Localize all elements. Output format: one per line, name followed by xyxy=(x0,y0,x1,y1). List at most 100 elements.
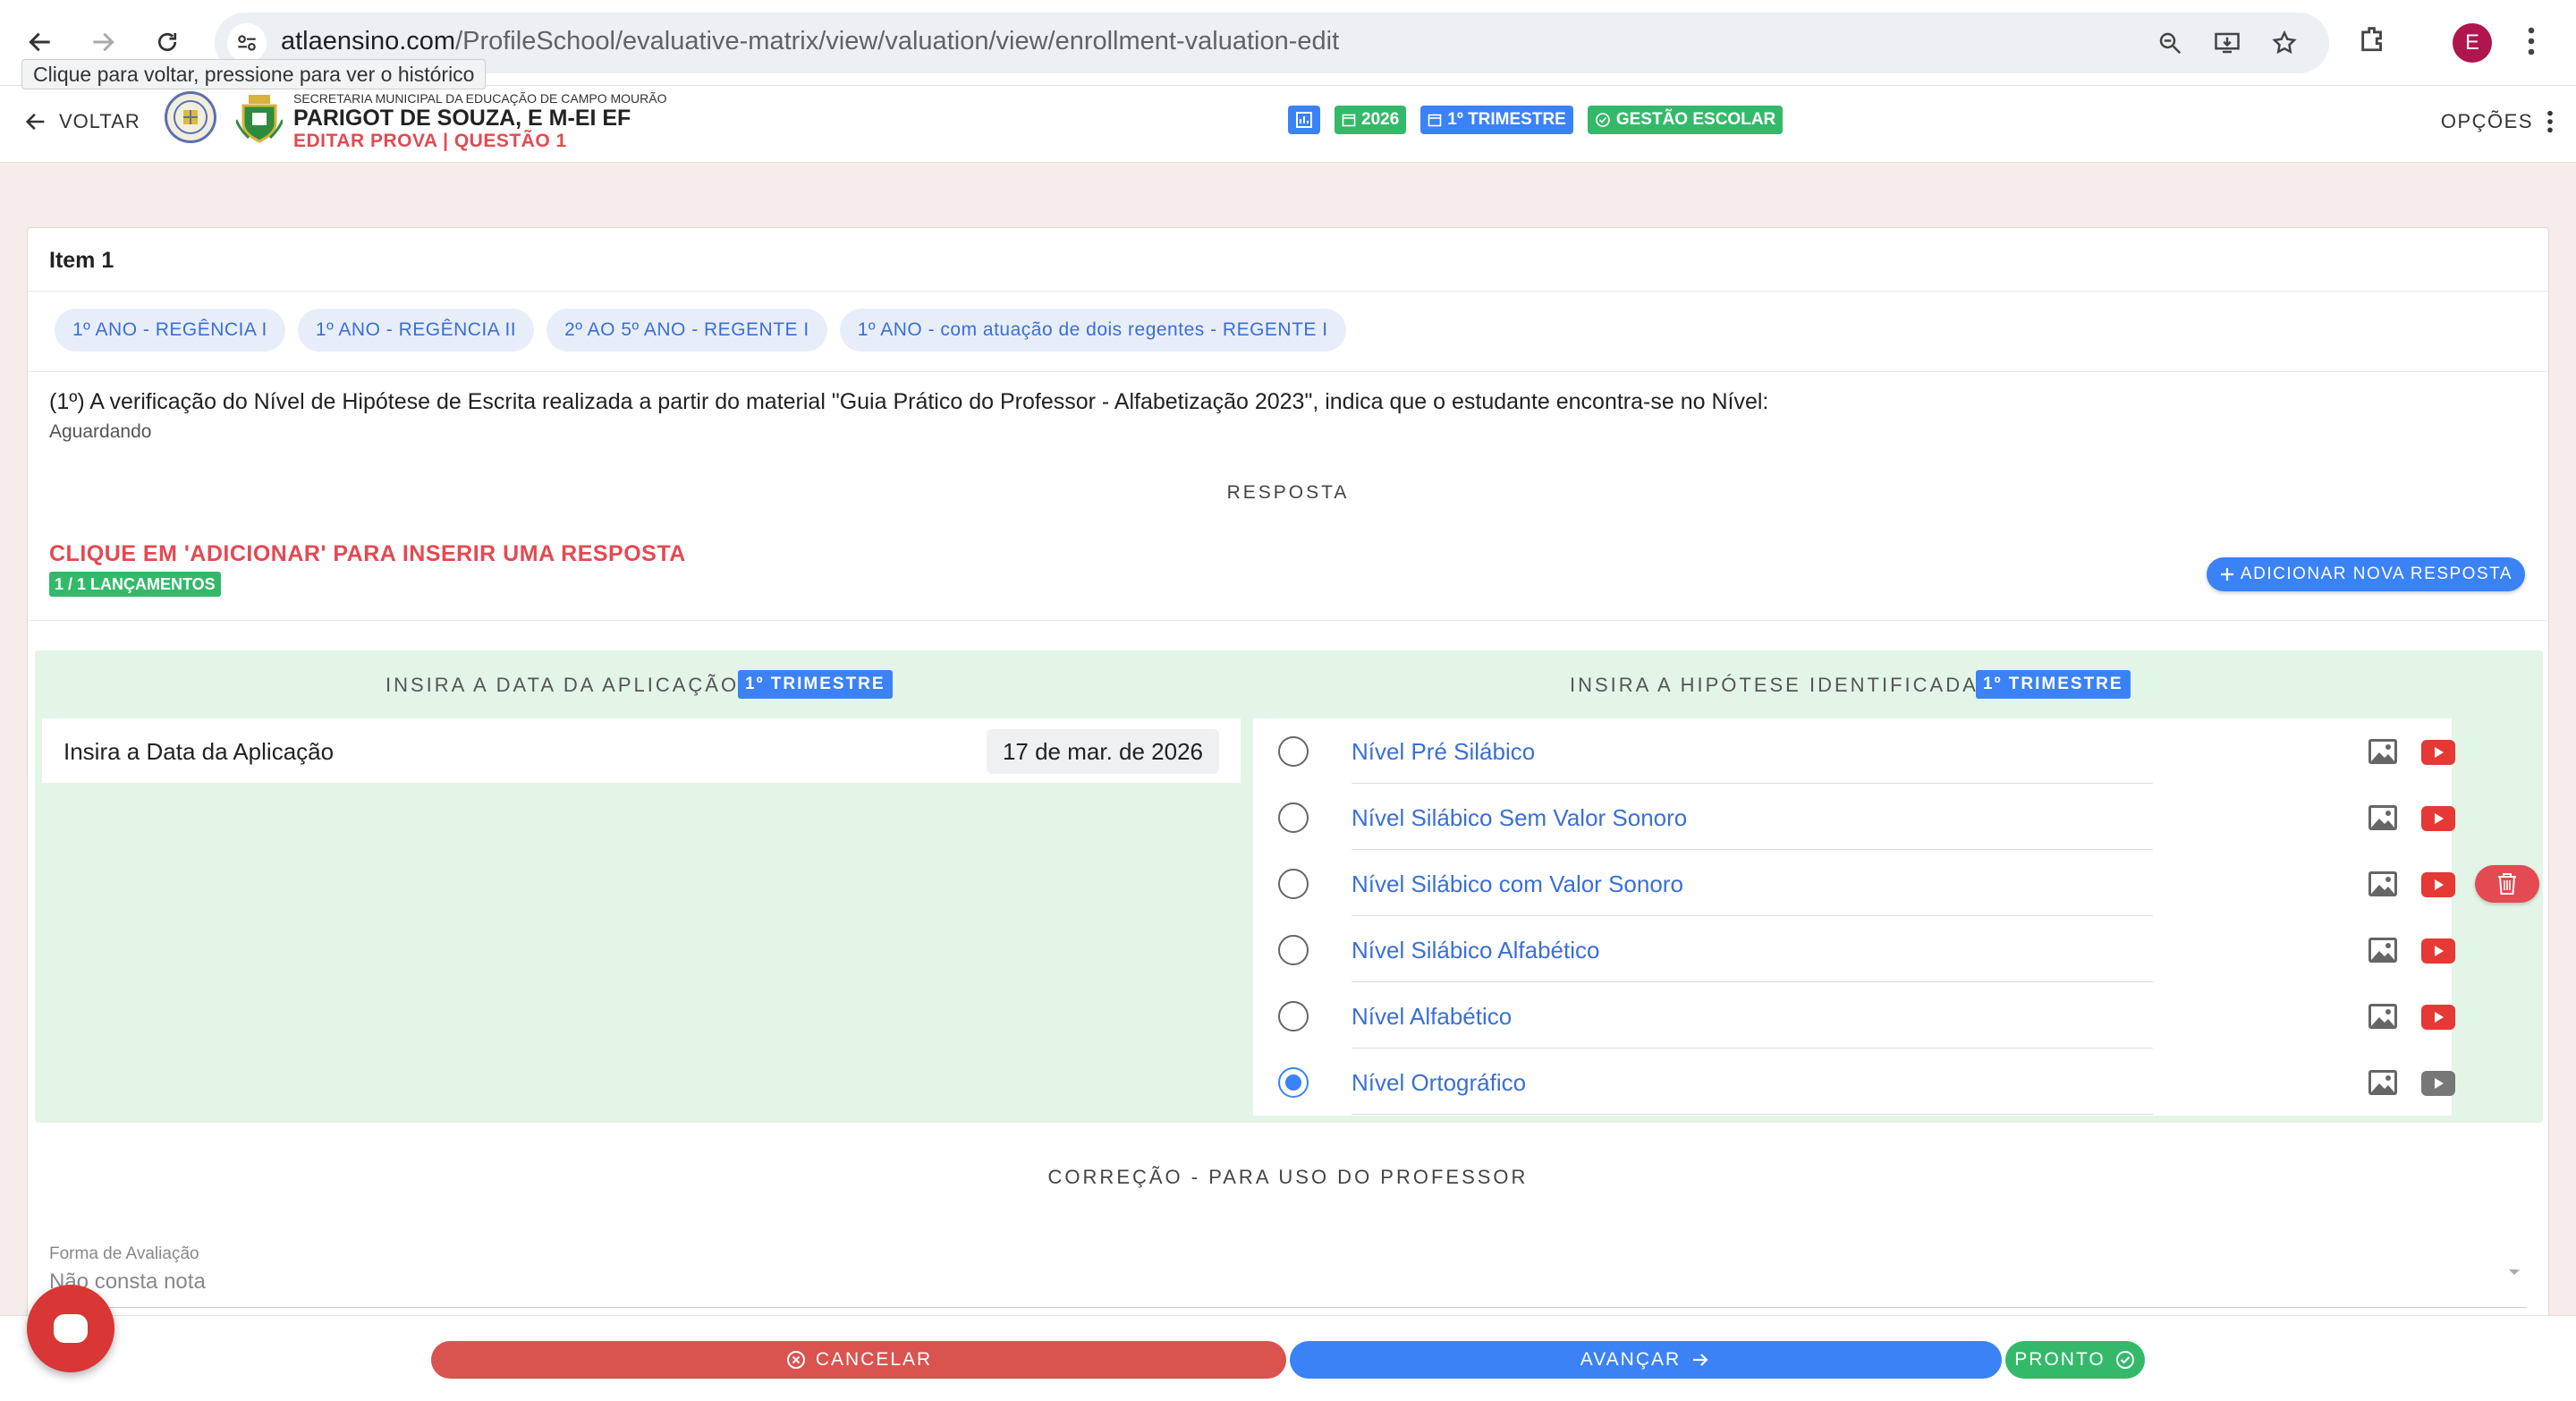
youtube-icon[interactable] xyxy=(2421,806,2455,831)
zoom-icon[interactable] xyxy=(2154,27,2186,59)
close-circle-icon xyxy=(786,1351,805,1369)
divider xyxy=(28,291,2548,292)
question-card: Item 1 1º ANO - REGÊNCIA I 1º ANO - REGÊ… xyxy=(27,227,2549,1337)
hypothesis-option[interactable]: Nível Silábico com Valor Sonoro xyxy=(1253,851,2455,917)
next-button[interactable]: AVANÇAR xyxy=(1290,1341,2002,1379)
youtube-icon[interactable] xyxy=(2421,872,2455,897)
arrow-right-icon xyxy=(1693,1354,1708,1366)
browser-menu-icon[interactable] xyxy=(2524,25,2538,62)
check-circle-icon xyxy=(1596,113,1610,127)
term-chip-label: 1º TRIMESTRE xyxy=(1447,110,1566,129)
back-tooltip: Clique para voltar, pressione para ver o… xyxy=(21,59,487,89)
image-icon[interactable] xyxy=(2368,870,2398,897)
divider xyxy=(1352,1114,2153,1115)
plus-icon xyxy=(2220,568,2233,581)
cancel-label: CANCELAR xyxy=(815,1349,933,1370)
response-section-header: RESPOSTA xyxy=(1226,482,1350,503)
option-label[interactable]: Nível Silábico Sem Valor Sonoro xyxy=(1352,804,1687,832)
option-label[interactable]: Nível Alfabético xyxy=(1352,1003,1512,1031)
class-tags: 1º ANO - REGÊNCIA I 1º ANO - REGÊNCIA II… xyxy=(55,309,1346,352)
back-arrow-icon[interactable] xyxy=(18,20,63,64)
divider xyxy=(1352,981,2153,982)
calendar-icon xyxy=(1342,114,1356,127)
divider xyxy=(1352,1048,2153,1049)
hypothesis-options: Nível Pré Silábico Nível Silábico Sem Va… xyxy=(1253,718,2455,1116)
answer-panel: INSIRA A DATA DA APLICAÇÃO 1º TRIMESTRE … xyxy=(35,650,2543,1123)
mode-chip[interactable]: GESTÃO ESCOLAR xyxy=(1587,106,1784,134)
chat-button[interactable] xyxy=(27,1285,114,1372)
hypothesis-option[interactable]: Nível Silábico Sem Valor Sonoro xyxy=(1253,785,2455,851)
hypothesis-option[interactable]: Nível Ortográfico xyxy=(1253,1049,2455,1116)
arrow-left-icon xyxy=(25,113,45,131)
image-icon[interactable] xyxy=(2368,937,2398,964)
radio-button[interactable] xyxy=(1278,869,1309,899)
app-header: VOLTAR SECRETARIA MUNICIPAL DA EDUCAÇÃO … xyxy=(0,86,2576,163)
bottom-action-bar: CANCELAR AVANÇAR PRONTO xyxy=(0,1315,2576,1401)
image-icon[interactable] xyxy=(2368,1003,2398,1030)
radio-button[interactable] xyxy=(1278,736,1309,767)
image-icon[interactable] xyxy=(2368,804,2398,831)
add-new-response-button[interactable]: ADICIONAR NOVA RESPOSTA xyxy=(2206,557,2525,591)
hypothesis-option[interactable]: Nível Pré Silábico xyxy=(1253,718,2455,785)
url-text[interactable]: atlaensino.com/ProfileSchool/evaluative-… xyxy=(281,27,1339,56)
reload-icon[interactable] xyxy=(145,20,190,64)
done-label: PRONTO xyxy=(2014,1349,2106,1370)
done-button[interactable]: PRONTO xyxy=(2005,1341,2145,1379)
option-label[interactable]: Nível Ortográfico xyxy=(1352,1069,1526,1097)
image-icon[interactable] xyxy=(2368,738,2398,765)
forward-arrow-icon[interactable] xyxy=(80,20,125,64)
class-tag[interactable]: 2º AO 5º ANO - REGENTE I xyxy=(547,309,827,352)
youtube-icon[interactable] xyxy=(2421,1005,2455,1030)
application-date-picker[interactable]: 17 de mar. de 2026 xyxy=(986,729,1219,774)
option-label[interactable]: Nível Silábico com Valor Sonoro xyxy=(1352,870,1683,898)
hypothesis-option[interactable]: Nível Silábico Alfabético xyxy=(1253,917,2455,983)
chat-bubble-icon xyxy=(54,1314,88,1343)
divider xyxy=(1352,915,2153,916)
class-tag[interactable]: 1º ANO - REGÊNCIA I xyxy=(55,309,285,352)
radio-button[interactable] xyxy=(1278,1001,1309,1032)
trash-icon xyxy=(2498,873,2516,895)
add-new-response-label: ADICIONAR NOVA RESPOSTA xyxy=(2240,565,2512,583)
install-app-icon[interactable] xyxy=(2211,27,2243,59)
cancel-button[interactable]: CANCELAR xyxy=(431,1341,1286,1379)
profile-avatar[interactable]: E xyxy=(2453,23,2492,63)
edit-context-label: EDITAR PROVA | QUESTÃO 1 xyxy=(293,131,567,151)
chevron-down-icon[interactable] xyxy=(2507,1266,2521,1282)
radio-button[interactable] xyxy=(1278,802,1309,833)
delete-response-button[interactable] xyxy=(2475,865,2539,903)
divider xyxy=(1352,849,2153,850)
evaluation-form-label: Forma de Avaliação xyxy=(49,1244,199,1263)
site-info-icon[interactable] xyxy=(227,23,267,63)
back-button[interactable]: VOLTAR xyxy=(23,109,140,134)
divider xyxy=(28,371,2548,372)
hypothesis-option[interactable]: Nível Alfabético xyxy=(1253,983,2455,1049)
item-title: Item 1 xyxy=(49,248,114,273)
term-badge: 1º TRIMESTRE xyxy=(738,670,893,699)
school-name: PARIGOT DE SOUZA, E M-EI EF xyxy=(293,106,631,131)
calendar-icon xyxy=(1428,114,1442,127)
term-chip[interactable]: 1º TRIMESTRE xyxy=(1420,106,1573,134)
bookmark-star-icon[interactable] xyxy=(2268,27,2301,59)
chart-icon[interactable] xyxy=(1288,106,1320,134)
image-icon[interactable] xyxy=(2368,1069,2398,1096)
application-date-field: Insira a Data da Aplicação 17 de mar. de… xyxy=(42,718,1241,783)
question-text: (1º) A verificação do Nível de Hipótese … xyxy=(49,389,1769,414)
launches-badge: 1 / 1 LANÇAMENTOS xyxy=(49,572,221,597)
address-bar[interactable]: atlaensino.com/ProfileSchool/evaluative-… xyxy=(215,13,2329,73)
divider xyxy=(28,620,2548,621)
radio-button-selected[interactable] xyxy=(1278,1067,1309,1098)
radio-button[interactable] xyxy=(1278,935,1309,965)
option-label[interactable]: Nível Pré Silábico xyxy=(1352,738,1535,766)
question-status: Aguardando xyxy=(49,421,152,442)
year-chip[interactable]: 2026 xyxy=(1335,106,1407,134)
extensions-icon[interactable] xyxy=(2358,23,2388,58)
mode-chip-label: GESTÃO ESCOLAR xyxy=(1615,110,1776,129)
option-label[interactable]: Nível Silábico Alfabético xyxy=(1352,937,1599,964)
class-tag[interactable]: 1º ANO - REGÊNCIA II xyxy=(297,309,535,352)
class-tag[interactable]: 1º ANO - com atuação de dois regentes - … xyxy=(839,309,1346,352)
youtube-icon[interactable] xyxy=(2421,740,2455,765)
options-menu-button[interactable]: OPÇÕES xyxy=(2441,109,2555,134)
youtube-icon[interactable] xyxy=(2421,1071,2455,1096)
correction-section-header: CORREÇÃO - PARA USO DO PROFESSOR xyxy=(1047,1166,1529,1188)
youtube-icon[interactable] xyxy=(2421,938,2455,964)
